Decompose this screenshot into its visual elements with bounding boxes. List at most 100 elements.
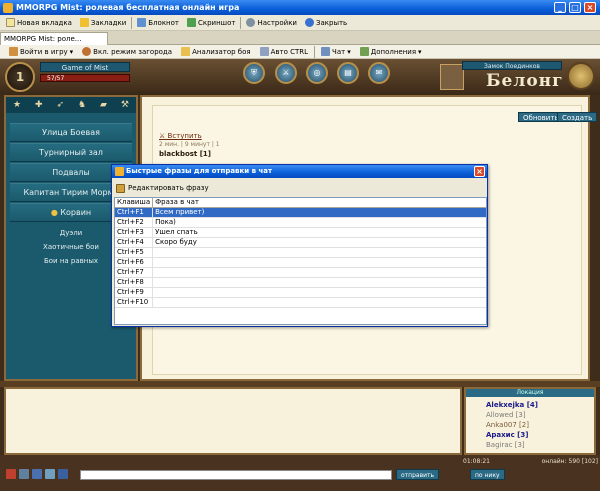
shoe-icon[interactable]: ♞: [78, 100, 86, 110]
toolbar-divider: [131, 16, 133, 29]
send-button[interactable]: отправить: [396, 469, 440, 480]
header-mail-icon[interactable]: ✉: [368, 62, 390, 84]
app-icon: [3, 2, 13, 13]
enter-game-button[interactable]: Войти в игру ▾: [6, 45, 76, 58]
wing-icon[interactable]: ➶: [57, 100, 65, 110]
quick-phrases-dialog: Быстрые фразы для отправки в чат × Редак…: [111, 164, 488, 327]
dialog-title: Быстрые фразы для отправки в чат: [126, 167, 273, 175]
chat-bubble-icon[interactable]: ▰: [100, 100, 107, 110]
row-phrase: Всем привет): [152, 207, 486, 218]
sun-icon: [82, 47, 92, 56]
battle-analyzer-button[interactable]: Анализатор боя: [178, 45, 254, 58]
row-key: Ctrl+F1: [115, 207, 154, 218]
auto-ctrl-button[interactable]: Авто CTRL: [257, 45, 311, 58]
column-header-phrase[interactable]: Фраза в чат: [152, 198, 486, 208]
table-row[interactable]: Ctrl+F7: [115, 267, 486, 278]
screenshot-icon: [187, 18, 196, 27]
row-phrase: [152, 267, 486, 278]
status-icons: [6, 469, 68, 479]
chevron-down-icon: ▾: [418, 47, 422, 56]
new-tab-button[interactable]: Новая вкладка: [3, 16, 75, 29]
header-shield-icon[interactable]: ⛨: [243, 62, 265, 84]
join-link[interactable]: ⚔ Вступить: [159, 132, 202, 140]
close-chat-icon[interactable]: [6, 469, 16, 479]
check-icon[interactable]: [32, 469, 42, 479]
toolbar-divider: [314, 45, 316, 58]
maximize-button[interactable]: □: [569, 2, 581, 13]
list-item[interactable]: Alekxejka [4]: [486, 401, 538, 410]
header-map-icon[interactable]: ◎: [306, 62, 328, 84]
row-phrase: [152, 247, 486, 258]
close-window-button[interactable]: ×: [584, 2, 596, 13]
chat-input[interactable]: [80, 470, 392, 480]
filter-icon[interactable]: [19, 469, 29, 479]
header-book-icon[interactable]: ▤: [337, 62, 359, 84]
tab-strip: MMORPG Mist: роле...: [0, 31, 600, 45]
mail-icon[interactable]: [58, 469, 68, 479]
list-item[interactable]: Bagirac [3]: [486, 441, 525, 450]
table-row[interactable]: Ctrl+F8: [115, 277, 486, 288]
chat-menu-button[interactable]: Чат ▾: [318, 45, 354, 58]
addons-icon: [359, 47, 369, 56]
cross-icon[interactable]: ✚: [35, 100, 43, 110]
window-title: MMORPG Mist: ролевая бесплатная онлайн и…: [16, 3, 240, 12]
location-icon-row: ★ ✚ ➶ ♞ ▰ ⚒: [6, 97, 136, 113]
list-item[interactable]: Allowed [3]: [486, 411, 526, 420]
row-phrase: [152, 277, 486, 288]
screenshot-button[interactable]: Скриншот: [184, 16, 238, 29]
online-list: Локация Alekxejka [4] Allowed [3] Anka00…: [464, 387, 596, 455]
row-key: Ctrl+F10: [115, 297, 154, 308]
chat-log[interactable]: [4, 387, 462, 455]
table-row[interactable]: Ctrl+F6: [115, 257, 486, 268]
country-mode-button[interactable]: Вкл. режим загорода: [79, 45, 175, 58]
close-app-button[interactable]: Закрыть: [302, 16, 350, 29]
compass-icon[interactable]: [567, 62, 595, 90]
row-phrase: Пока): [152, 217, 486, 228]
create-button[interactable]: Создать: [557, 112, 598, 122]
table-row[interactable]: Ctrl+F2 Пока): [115, 217, 486, 228]
game-navbar: Войти в игру ▾ Вкл. режим загорода Анализ…: [0, 45, 600, 59]
bookmarks-button[interactable]: Закладки: [77, 16, 129, 29]
tab-game[interactable]: MMORPG Mist: роле...: [0, 32, 108, 45]
character-name[interactable]: Game of Mist: [40, 62, 130, 72]
row-key: Ctrl+F2: [115, 217, 154, 228]
player-name[interactable]: blackbost [1]: [159, 150, 211, 158]
pen-icon[interactable]: [45, 469, 55, 479]
row-phrase: [152, 257, 486, 268]
table-row[interactable]: Ctrl+F3 Ушел спать: [115, 227, 486, 238]
table-row[interactable]: Ctrl+F9: [115, 287, 486, 298]
battle-meta: 2 мин. | 9 минут | 1: [159, 141, 220, 148]
by-nick-button[interactable]: по нику: [470, 469, 505, 480]
hp-bar: 57/57: [40, 74, 130, 82]
game-header: 1 Game of Mist 57/57 ⛨ ⚔ ◎ ▤ ✉ Замок Пое…: [0, 59, 600, 95]
menu-item-tournament[interactable]: Турнирный зал: [10, 143, 132, 162]
castle-label[interactable]: Замок Поединков: [462, 61, 562, 70]
level-orb: 1: [5, 62, 35, 92]
column-header-key[interactable]: Клавиша: [115, 198, 154, 208]
swords-icon: ⚔: [159, 132, 168, 140]
list-item[interactable]: Арахис [3]: [486, 431, 528, 440]
star-icon[interactable]: ★: [13, 100, 21, 110]
row-phrase: Ушел спать: [152, 227, 486, 238]
menu-item-street[interactable]: Улица Боевая: [10, 123, 132, 142]
settings-button[interactable]: Настройки: [243, 16, 300, 29]
tools-icon[interactable]: ⚒: [121, 100, 129, 110]
info-icon: ●: [50, 208, 61, 217]
addons-menu-button[interactable]: Дополнения ▾: [357, 45, 425, 58]
minimize-button[interactable]: _: [554, 2, 566, 13]
table-row[interactable]: Ctrl+F1 Всем привет): [115, 207, 486, 218]
row-key: Ctrl+F9: [115, 287, 154, 298]
table-row[interactable]: Ctrl+F5: [115, 247, 486, 258]
list-item[interactable]: Anka007 [2]: [486, 421, 529, 430]
row-key: Ctrl+F8: [115, 277, 154, 288]
keyboard-icon: [259, 47, 269, 56]
row-phrase: Скоро буду: [152, 237, 486, 248]
table-row[interactable]: Ctrl+F4 Скоро буду: [115, 237, 486, 248]
edit-phrase-button[interactable]: Редактировать фразу: [116, 182, 209, 194]
header-swords-icon[interactable]: ⚔: [275, 62, 297, 84]
dialog-close-button[interactable]: ×: [474, 166, 485, 177]
chevron-down-icon: ▾: [69, 47, 74, 56]
table-row[interactable]: Ctrl+F10: [115, 297, 486, 308]
notepad-button[interactable]: Блокнот: [134, 16, 182, 29]
analyzer-icon: [181, 47, 191, 56]
